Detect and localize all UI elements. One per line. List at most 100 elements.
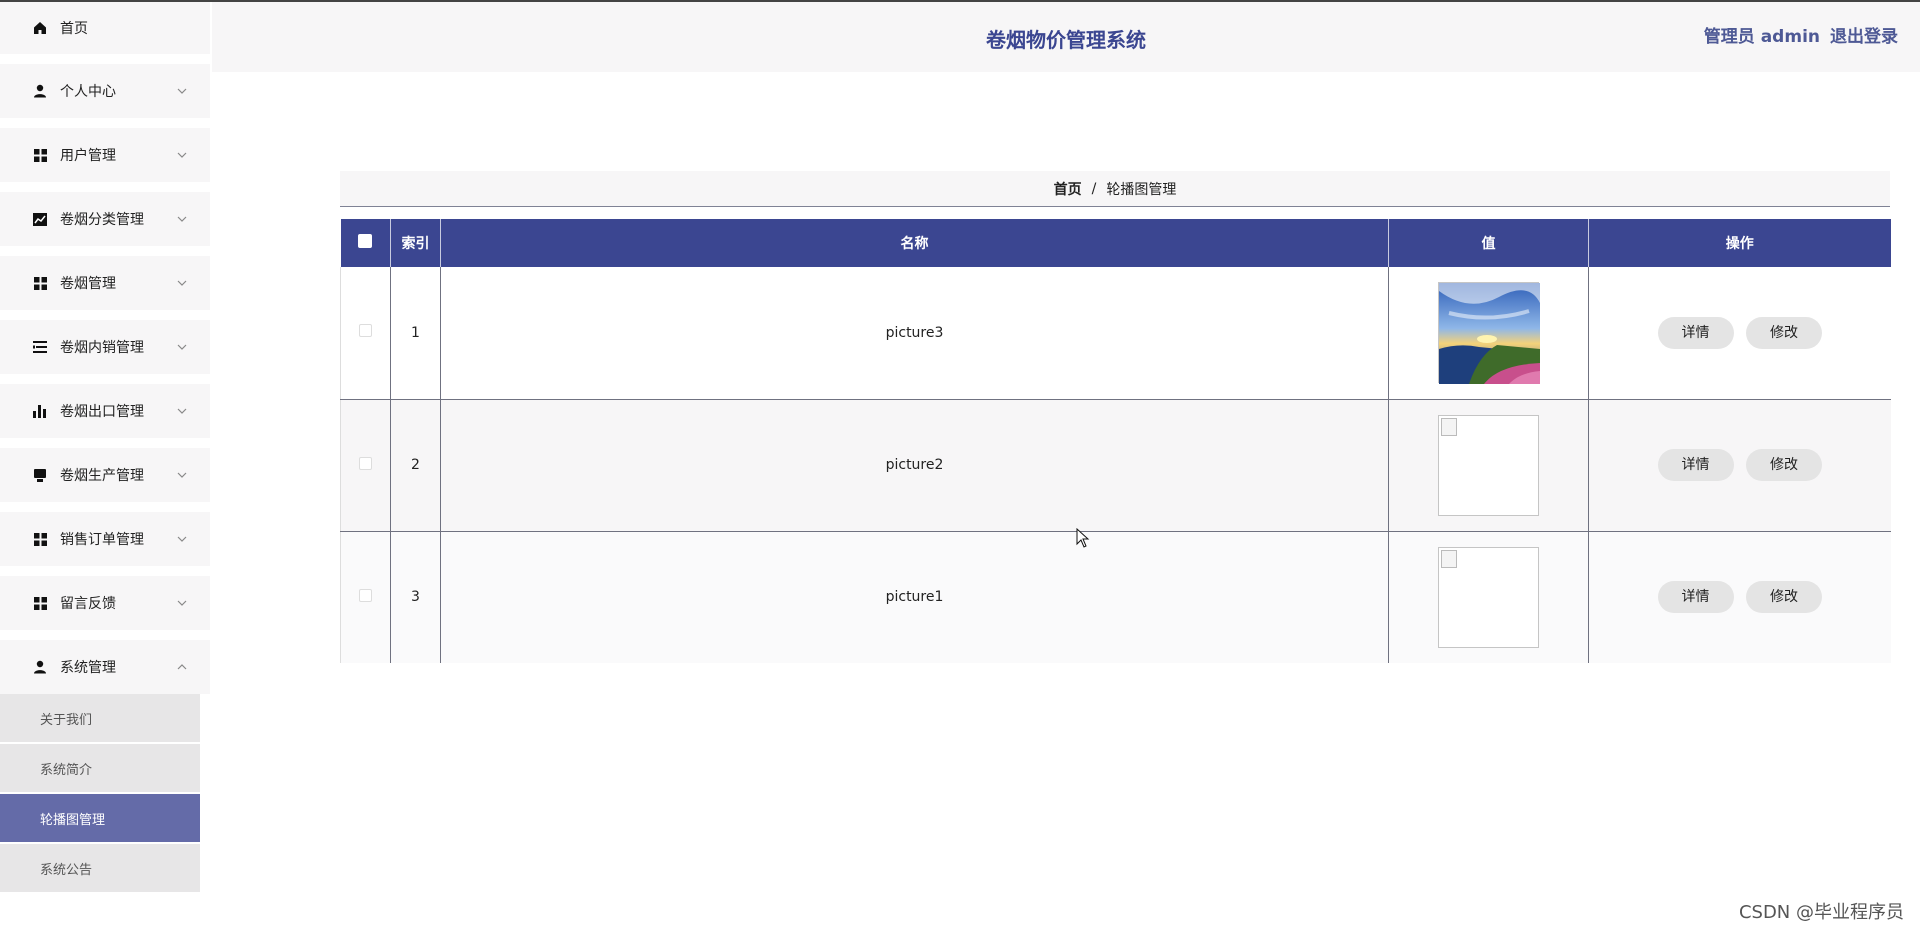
grid-icon [32, 147, 48, 163]
sidebar-item-label: 个人中心 [60, 84, 116, 100]
grid-icon [32, 531, 48, 547]
chart-line-icon [32, 211, 48, 227]
logout-link[interactable]: 退出登录 [1830, 22, 1898, 47]
row-actions-cell: 详情 修改 [1588, 531, 1891, 663]
row-value-cell [1388, 399, 1589, 532]
row-select-cell [340, 531, 391, 663]
row-checkbox[interactable] [359, 588, 372, 602]
watermark: CSDN @毕业程序员 [1738, 902, 1904, 923]
sidebar-subitem-system-intro[interactable]: 系统简介 [0, 744, 200, 794]
sidebar-item-category-management[interactable]: 卷烟分类管理 [0, 192, 210, 246]
sidebar-subitem-label: 系统公告 [40, 862, 93, 878]
breadcrumb-separator: / [1091, 180, 1097, 197]
chevron-up-icon [176, 661, 188, 673]
edit-button[interactable]: 修改 [1745, 316, 1822, 349]
carousel-table: 索引 名称 值 操作 1 picture3 详情 修改 2 picture2 详… [340, 219, 1891, 663]
row-select-cell [340, 399, 391, 532]
mouse-cursor-icon [1076, 527, 1090, 552]
row-checkbox[interactable] [359, 456, 372, 470]
sidebar-item-domestic-sales[interactable]: 卷烟内销管理 [0, 320, 210, 374]
select-all-cell [340, 219, 391, 267]
sidebar-item-production-management[interactable]: 卷烟生产管理 [0, 448, 210, 502]
detail-button[interactable]: 详情 [1657, 581, 1734, 614]
sidebar-item-sales-orders[interactable]: 销售订单管理 [0, 512, 210, 566]
sidebar-item-label: 留言反馈 [60, 596, 116, 612]
row-name: picture1 [440, 531, 1389, 663]
row-select-cell [340, 267, 391, 400]
row-checkbox[interactable] [359, 324, 372, 338]
chevron-down-icon [176, 405, 188, 417]
sidebar-item-label: 用户管理 [60, 148, 116, 164]
current-user: 管理员 admin [1703, 27, 1820, 47]
row-index: 2 [390, 399, 441, 532]
sidebar-item-export-management[interactable]: 卷烟出口管理 [0, 384, 210, 438]
sidebar-subitem-announcements[interactable]: 系统公告 [0, 844, 200, 894]
sidebar-item-label: 卷烟出口管理 [60, 404, 144, 420]
row-value-cell [1388, 531, 1589, 663]
column-header-value: 值 [1388, 219, 1589, 267]
carousel-image-thumbnail[interactable] [1438, 282, 1540, 385]
sidebar-subitem-label: 关于我们 [40, 712, 93, 728]
sidebar-subitem-about-us[interactable]: 关于我们 [0, 694, 200, 744]
sidebar-item-label: 卷烟管理 [60, 276, 116, 292]
table-row: 2 picture2 详情 修改 [340, 399, 1891, 532]
table-row: 3 picture1 详情 修改 [340, 531, 1891, 663]
person-icon [32, 659, 48, 675]
sidebar-item-label: 系统管理 [60, 660, 116, 676]
breadcrumb-home[interactable]: 首页 [1054, 179, 1082, 199]
breadcrumb-current: 轮播图管理 [1106, 181, 1177, 198]
sidebar: 首页 个人中心 用户管理 卷烟分类管理 卷烟管理 卷烟内销管理 卷烟出口管理 卷… [0, 2, 212, 934]
chevron-down-icon [176, 149, 188, 161]
home-icon [32, 20, 48, 36]
sidebar-item-feedback[interactable]: 留言反馈 [0, 576, 210, 630]
broken-image-icon[interactable] [1438, 414, 1539, 516]
chevron-down-icon [176, 597, 188, 609]
chevron-down-icon [176, 213, 188, 225]
row-name: picture3 [440, 267, 1389, 400]
landscape-image [1439, 283, 1540, 385]
column-header-name: 名称 [440, 219, 1389, 267]
row-name: picture2 [440, 399, 1389, 532]
sidebar-subitem-label: 系统简介 [40, 762, 93, 778]
sidebar-item-home[interactable]: 首页 [0, 2, 210, 54]
select-all-checkbox[interactable] [358, 234, 373, 248]
list-icon [32, 339, 48, 355]
chevron-down-icon [176, 533, 188, 545]
edit-button[interactable]: 修改 [1745, 449, 1822, 481]
detail-button[interactable]: 详情 [1657, 316, 1734, 349]
chevron-down-icon [176, 277, 188, 289]
row-value-cell [1388, 267, 1589, 400]
detail-button[interactable]: 详情 [1657, 449, 1734, 481]
row-actions-cell: 详情 修改 [1588, 267, 1891, 400]
sidebar-item-label: 销售订单管理 [60, 532, 144, 548]
sidebar-item-personal-center[interactable]: 个人中心 [0, 64, 210, 118]
app-title: 卷烟物价管理系统 [986, 28, 1146, 52]
sidebar-item-user-management[interactable]: 用户管理 [0, 128, 210, 182]
person-icon [32, 83, 48, 99]
sidebar-item-system-management[interactable]: 系统管理 [0, 640, 210, 694]
monitor-icon [32, 467, 48, 483]
sidebar-item-label: 卷烟生产管理 [60, 468, 144, 484]
sidebar-item-label: 卷烟内销管理 [60, 340, 144, 356]
sidebar-subitem-label: 轮播图管理 [40, 812, 106, 828]
sidebar-item-label: 首页 [60, 21, 88, 37]
sidebar-item-label: 卷烟分类管理 [60, 212, 144, 228]
row-index: 3 [390, 531, 441, 663]
sidebar-item-cigarette-management[interactable]: 卷烟管理 [0, 256, 210, 310]
breadcrumb: 首页 / 轮播图管理 [340, 171, 1890, 207]
row-index: 1 [390, 267, 441, 400]
grid-icon [32, 595, 48, 611]
column-header-actions: 操作 [1588, 219, 1891, 267]
edit-button[interactable]: 修改 [1745, 581, 1822, 614]
column-header-index: 索引 [390, 219, 441, 267]
chevron-down-icon [176, 469, 188, 481]
row-actions-cell: 详情 修改 [1588, 399, 1891, 532]
chevron-down-icon [176, 341, 188, 353]
sidebar-subitem-carousel-management[interactable]: 轮播图管理 [0, 794, 200, 844]
grid-icon [32, 275, 48, 291]
bar-chart-icon [32, 403, 48, 419]
broken-image-icon[interactable] [1438, 546, 1539, 648]
table-header-row: 索引 名称 值 操作 [340, 219, 1891, 267]
top-header: 卷烟物价管理系统 管理员 admin 退出登录 [212, 2, 1920, 72]
chevron-down-icon [176, 85, 188, 97]
